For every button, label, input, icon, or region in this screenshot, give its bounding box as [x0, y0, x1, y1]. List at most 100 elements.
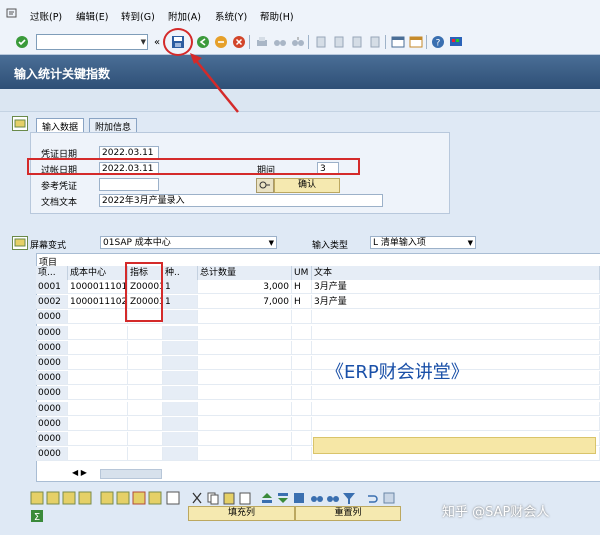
sum-icon[interactable]: Σ: [30, 509, 44, 523]
table-cell[interactable]: [198, 386, 292, 401]
horizontal-scroll-arrows[interactable]: ◀ ▶: [72, 468, 98, 478]
table-cell[interactable]: [198, 356, 292, 370]
menu-edit[interactable]: 编辑(E): [76, 9, 108, 23]
table-cell[interactable]: [163, 386, 198, 401]
back-icon[interactable]: [195, 34, 211, 50]
window-menu-icon[interactable]: [6, 7, 18, 19]
table-cell[interactable]: [163, 310, 198, 325]
table-cell[interactable]: 1: [163, 280, 198, 294]
deselect-icon[interactable]: [78, 491, 92, 505]
table-cell[interactable]: [68, 340, 128, 355]
screen-variant-select[interactable]: 01SAP 成本中心 ▼: [100, 236, 277, 249]
collapse-icon[interactable]: «: [152, 34, 162, 50]
sort-desc-icon[interactable]: [276, 491, 290, 505]
table-cell[interactable]: [68, 401, 128, 416]
table-cell[interactable]: [128, 416, 163, 431]
select-all-icon[interactable]: [46, 491, 60, 505]
table-cell[interactable]: 1000011102: [68, 295, 128, 310]
table-cell[interactable]: [128, 401, 163, 416]
table-cell[interactable]: [68, 416, 128, 431]
menu-help[interactable]: 帮助(H): [260, 9, 294, 23]
exit-icon[interactable]: [213, 34, 229, 50]
filter-icon[interactable]: [342, 491, 356, 505]
first-page-icon[interactable]: [313, 34, 329, 50]
table-cell[interactable]: 3,000: [198, 280, 292, 294]
table-cell[interactable]: [198, 447, 292, 462]
table-cell[interactable]: [292, 432, 312, 446]
table-cell[interactable]: [163, 447, 198, 462]
table-cell[interactable]: [128, 356, 163, 370]
table-cell[interactable]: [292, 401, 312, 416]
confirm-icon[interactable]: [256, 178, 274, 193]
table-cell[interactable]: H: [292, 295, 312, 310]
copy-icon[interactable]: [206, 491, 220, 505]
table-cell[interactable]: 7,000: [198, 295, 292, 310]
column-header[interactable]: UM: [292, 266, 312, 280]
last-page-icon[interactable]: [367, 34, 383, 50]
header-toggle-icon[interactable]: [12, 116, 28, 131]
input-type-select[interactable]: L 清单输入项 ▼: [370, 236, 476, 249]
help-icon[interactable]: ?: [430, 34, 446, 50]
shortcut-icon[interactable]: [408, 34, 424, 50]
window-icon[interactable]: [166, 491, 180, 505]
table-cell[interactable]: [198, 325, 292, 340]
table-cell[interactable]: [163, 432, 198, 446]
variant-icon[interactable]: [12, 236, 28, 250]
chevron-down-icon[interactable]: ▼: [141, 38, 146, 46]
table-cell[interactable]: [68, 386, 128, 401]
table-cell[interactable]: 3月产量: [312, 280, 600, 294]
reset-column-button[interactable]: 重置列: [295, 506, 401, 521]
paste-block-icon[interactable]: [238, 491, 252, 505]
table-cell[interactable]: [312, 386, 600, 401]
next-page-icon[interactable]: [349, 34, 365, 50]
settings-icon[interactable]: [382, 491, 396, 505]
command-field[interactable]: ▼: [36, 34, 148, 50]
table-cell[interactable]: [163, 371, 198, 386]
table-cell[interactable]: 1000011101: [68, 280, 128, 294]
horizontal-scrollbar[interactable]: [100, 469, 162, 479]
selected-text-cell[interactable]: [313, 437, 596, 454]
find-next-table-icon[interactable]: [326, 491, 340, 505]
column-header[interactable]: 成本中心: [68, 266, 128, 280]
table-cell[interactable]: 1: [163, 295, 198, 310]
table-cell[interactable]: [163, 356, 198, 370]
sort-column-icon[interactable]: [292, 491, 306, 505]
reference-field[interactable]: [99, 178, 159, 191]
chevron-down-icon[interactable]: ▼: [468, 237, 473, 250]
column-header[interactable]: 文本: [312, 266, 600, 280]
menu-system[interactable]: 系统(Y): [215, 9, 247, 23]
find-next-icon[interactable]: [290, 34, 306, 50]
delete-row-icon[interactable]: [132, 491, 146, 505]
table-cell[interactable]: [128, 386, 163, 401]
table-cell[interactable]: [292, 416, 312, 431]
table-cell[interactable]: H: [292, 280, 312, 294]
table-cell[interactable]: [292, 447, 312, 462]
table-cell[interactable]: [68, 371, 128, 386]
find-table-icon[interactable]: [310, 491, 324, 505]
sort-asc-icon[interactable]: [260, 491, 274, 505]
table-cell[interactable]: [198, 310, 292, 325]
table-cell[interactable]: [68, 432, 128, 446]
table-cell[interactable]: [163, 340, 198, 355]
table-cell[interactable]: [198, 401, 292, 416]
table-cell[interactable]: [292, 371, 312, 386]
cancel-icon[interactable]: [231, 34, 247, 50]
table-cell[interactable]: [312, 340, 600, 355]
table-cell[interactable]: [312, 416, 600, 431]
table-cell[interactable]: [128, 371, 163, 386]
table-cell[interactable]: [292, 310, 312, 325]
move-row-icon[interactable]: [148, 491, 162, 505]
table-cell[interactable]: [163, 416, 198, 431]
cut-icon[interactable]: [190, 491, 204, 505]
table-cell[interactable]: [68, 310, 128, 325]
table-cell[interactable]: [163, 401, 198, 416]
table-cell[interactable]: [312, 401, 600, 416]
previous-page-icon[interactable]: [331, 34, 347, 50]
table-cell[interactable]: [68, 356, 128, 370]
doc-text-field[interactable]: 2022年3月产量录入: [99, 194, 383, 207]
menu-goto[interactable]: 转到(G): [121, 9, 155, 23]
confirm-button[interactable]: 确认: [274, 178, 340, 193]
undo-icon[interactable]: [364, 491, 378, 505]
table-cell[interactable]: [292, 356, 312, 370]
table-cell[interactable]: [312, 325, 600, 340]
